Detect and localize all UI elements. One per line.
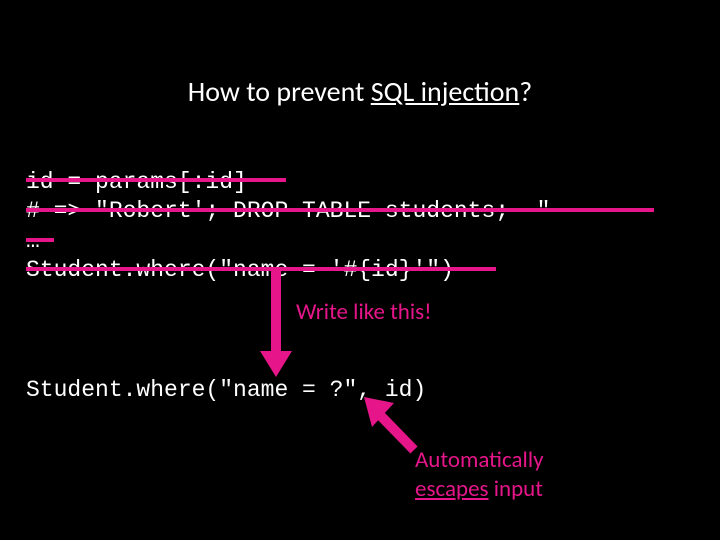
slide: How to prevent SQL injection? id = param… xyxy=(0,0,720,540)
auto-word: Automatically xyxy=(415,446,544,474)
title-underlined: SQL injection xyxy=(371,74,520,109)
arrow-down-icon xyxy=(256,269,296,377)
strikethrough-line xyxy=(26,178,286,182)
title-suffix: ? xyxy=(519,74,532,109)
auto-word-underline: escapes xyxy=(415,475,489,503)
write-like-this-label: Write like this! xyxy=(296,298,432,326)
auto-word: input xyxy=(489,475,543,503)
auto-escapes-label: Automatically escapes input xyxy=(415,446,544,504)
strikethrough-line xyxy=(26,238,54,242)
code-line: id = params[:id] xyxy=(26,169,247,195)
arrow-up-left-icon xyxy=(362,395,422,457)
title-prefix: How to prevent xyxy=(188,74,371,109)
slide-title: How to prevent SQL injection? xyxy=(0,74,720,109)
strikethrough-line xyxy=(26,208,654,212)
